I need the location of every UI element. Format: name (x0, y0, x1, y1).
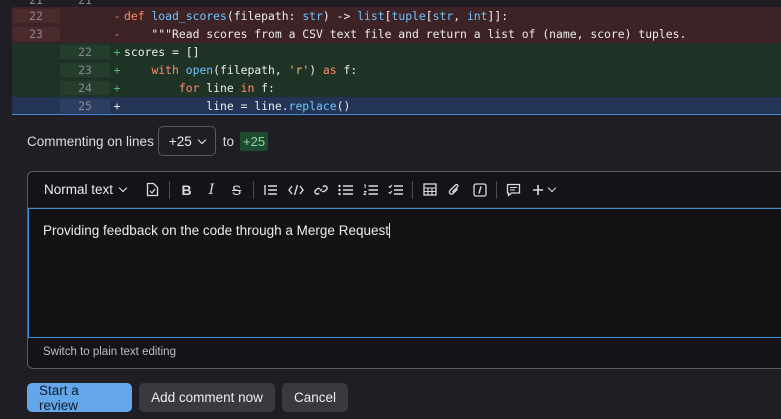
text-style-label: Normal text (44, 182, 114, 197)
text-style-dropdown[interactable]: Normal text (44, 182, 128, 197)
toolbar-divider (412, 180, 414, 199)
diff-row-added[interactable]: 23 + with open(filepath, 'r') as f: (12, 61, 781, 79)
reference-icon[interactable] (467, 178, 492, 202)
text-caret (388, 223, 390, 238)
start-review-button[interactable]: Start a review (27, 383, 132, 413)
start-line-dropdown[interactable]: +25 (157, 126, 216, 156)
old-line-number[interactable]: 22 (12, 9, 60, 23)
diff-code: """Read scores from a CSV text file and … (124, 27, 687, 41)
diff-view: 21 21 22 - def load_scores(filepath: str… (12, 0, 781, 117)
comment-textarea[interactable]: Providing feedback on the code through a… (28, 208, 781, 338)
table-icon[interactable] (417, 178, 442, 202)
diff-code: scores = [] (124, 45, 200, 59)
toolbar-divider (253, 180, 255, 199)
italic-icon[interactable]: I (199, 178, 224, 202)
diff-sign: + (113, 45, 121, 59)
diff-code: def load_scores(filepath: str) -> list[t… (124, 9, 509, 23)
diff-sign: - (113, 27, 121, 41)
diff-sign: + (113, 63, 121, 77)
chevron-down-icon (547, 183, 556, 193)
comment-editor: Normal text B I S Providing feedback on … (27, 171, 781, 369)
numbered-list-icon[interactable] (358, 178, 383, 202)
chevron-down-icon (197, 135, 206, 144)
new-line-number[interactable]: 23 (60, 63, 110, 77)
editor-toolbar: Normal text B I S (28, 172, 781, 208)
diff-row-selected[interactable]: 25 + line = line.replace() (12, 97, 781, 115)
diff-row-added[interactable]: 22 + scores = [] (12, 43, 781, 61)
new-line-number: 21 (78, 0, 92, 7)
comment-icon[interactable] (501, 178, 526, 202)
code-icon[interactable] (283, 178, 308, 202)
document-preview-icon[interactable] (140, 178, 165, 202)
switch-to-plain-text-link[interactable]: Switch to plain text editing (43, 346, 176, 358)
old-line-number: 21 (29, 0, 43, 7)
diff-row-added[interactable]: 24 + for line in f: (12, 79, 781, 97)
task-list-icon[interactable] (383, 178, 408, 202)
diff-sign: + (113, 98, 121, 113)
diff-code: for line in f: (178, 81, 275, 95)
diff-row-deleted[interactable]: 23 - """Read scores from a CSV text file… (12, 25, 781, 43)
chevron-down-icon (118, 183, 128, 193)
bold-icon[interactable]: B (174, 178, 199, 202)
to-label: to (222, 133, 234, 149)
comment-text: Providing feedback on the code through a… (43, 223, 389, 238)
link-icon[interactable] (308, 178, 333, 202)
strikethrough-icon[interactable]: S (224, 178, 249, 202)
new-line-number[interactable]: 22 (60, 45, 110, 59)
more-icon[interactable] (526, 178, 560, 202)
diff-code: with open(filepath, 'r') as f: (151, 63, 358, 77)
start-line-value: +25 (168, 133, 192, 149)
diff-code: line = line.replace() (124, 98, 351, 113)
new-line-number[interactable]: 25 (60, 98, 110, 113)
diff-sign: - (113, 9, 121, 23)
toolbar-divider (169, 180, 171, 199)
bulleted-list-icon[interactable] (333, 178, 358, 202)
attachment-icon[interactable] (442, 178, 467, 202)
end-line-badge: +25 (240, 131, 269, 151)
comment-line-range: Commenting on lines +25 to +25 (27, 126, 269, 156)
diff-row-deleted[interactable]: 22 - def load_scores(filepath: str) -> l… (12, 7, 781, 25)
new-line-number[interactable]: 24 (60, 81, 110, 95)
add-comment-button[interactable]: Add comment now (139, 383, 275, 412)
toolbar-divider (496, 180, 498, 199)
old-line-number[interactable]: 23 (12, 27, 60, 41)
blockquote-icon[interactable] (258, 178, 283, 202)
diff-sign: + (113, 81, 121, 95)
commenting-label: Commenting on lines (27, 133, 154, 149)
cancel-button[interactable]: Cancel (282, 383, 348, 412)
